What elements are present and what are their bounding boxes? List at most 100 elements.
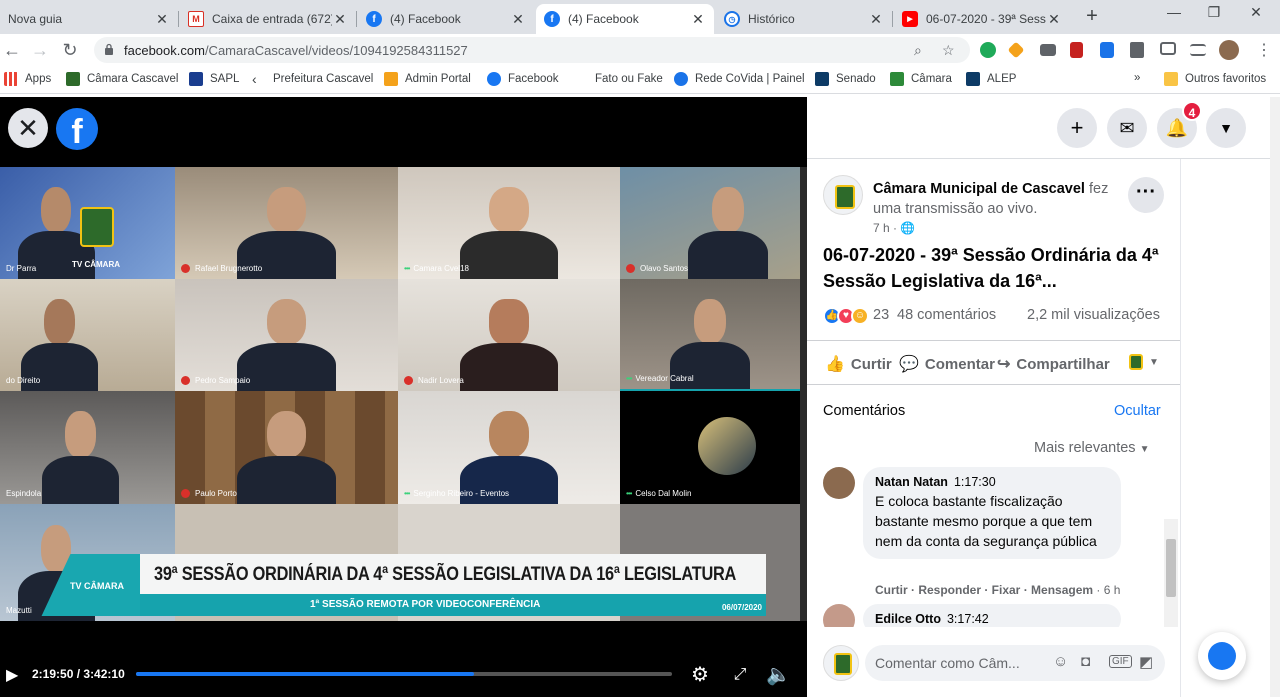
commenter-name[interactable]: Edilce Otto — [875, 612, 941, 626]
create-plus-icon[interactable]: + — [1057, 108, 1097, 148]
bookmark-star-icon[interactable]: ☆ — [942, 42, 955, 59]
comment-item: Natan Natan 1:17:30 E coloca bastante fis… — [823, 467, 1123, 597]
tab-facebook-active[interactable]: f (4) Facebook ✕ — [536, 4, 714, 34]
cast-icon[interactable] — [1160, 42, 1176, 55]
pdf-extension-icon[interactable] — [1070, 42, 1083, 58]
time-display: 2:19:50 / 3:42:10 — [32, 667, 125, 681]
extensions-puzzle-icon[interactable] — [1130, 42, 1144, 58]
close-window-icon[interactable]: ✕ — [1236, 4, 1276, 26]
fato-fake-icon — [574, 72, 588, 86]
tab-gmail[interactable]: M Caixa de entrada (672) ✕ — [180, 4, 356, 34]
bookmark-apps[interactable]: Apps — [4, 72, 51, 86]
notification-badge: 4 — [1182, 101, 1202, 121]
back-icon[interactable]: ← — [0, 38, 24, 62]
bookmarks-overflow-icon[interactable]: » — [1134, 72, 1140, 84]
muted-mic-icon — [181, 489, 190, 498]
comment-count[interactable]: 48 comentários — [897, 307, 996, 323]
bookmark-prefeitura[interactable]: ‹ Prefeitura Cascavel — [252, 72, 373, 86]
haha-reaction-icon: ☺ — [851, 307, 869, 325]
comment-input[interactable]: Comentar como Câm... ☺ ◘ GIF ◩ — [865, 645, 1165, 681]
post-more-options-icon[interactable]: ··· — [1128, 177, 1164, 213]
comment-item: Edilce Otto 3:17:42 — [823, 604, 1123, 627]
tab-close-icon[interactable]: ✕ — [154, 11, 170, 28]
tab-youtube[interactable]: ▶ 06-07-2020 - 39ª Sessã ✕ — [894, 4, 1070, 34]
evernote-extension-icon[interactable] — [980, 42, 996, 58]
settings-gear-icon[interactable]: ⚙ — [688, 663, 712, 687]
reaction-count[interactable]: 23 — [873, 307, 889, 323]
post-author[interactable]: Câmara Municipal de Cascavel — [873, 181, 1085, 197]
tab-close-icon[interactable]: ✕ — [690, 11, 706, 28]
bookmark-alep[interactable]: ALEP — [966, 72, 1016, 86]
address-bar[interactable]: facebook.com/CamaraCascavel/videos/10941… — [94, 37, 970, 63]
video-controls: ▶ 2:19:50 / 3:42:10 ⚙ ⤢ 🔈 — [0, 657, 807, 697]
comment-actions[interactable]: Curtir · Responder · Fixar · Mensagem · … — [875, 583, 1120, 597]
new-tab-button[interactable]: + — [1080, 5, 1104, 29]
tab-close-icon[interactable]: ✕ — [510, 11, 526, 28]
play-icon[interactable]: ▶ — [6, 665, 22, 684]
post-as-selector[interactable]: ▼ — [1129, 354, 1159, 370]
bookmark-facebook[interactable]: Facebook — [487, 72, 559, 86]
fullscreen-icon[interactable]: ⤢ — [728, 663, 752, 687]
gif-icon[interactable]: GIF — [1109, 655, 1132, 668]
camera-icon[interactable]: ◘ — [1081, 653, 1090, 670]
sticker-icon[interactable]: ◩ — [1139, 653, 1153, 671]
participant-tile: ••• Serginho Ribeiro - Eventos — [398, 391, 620, 504]
tab-facebook-1[interactable]: f (4) Facebook ✕ — [358, 4, 534, 34]
tab-title: (4) Facebook — [390, 12, 461, 26]
grid-scrollbar[interactable] — [800, 167, 807, 621]
post-content: Câmara Municipal de Cascavel fez uma tra… — [807, 159, 1180, 627]
participant-tile: Paulo Porto — [175, 391, 398, 504]
comment-button[interactable]: 💬 Comentar — [899, 354, 995, 374]
bookmark-outros-favoritos[interactable]: Outros favoritos — [1164, 72, 1266, 86]
profile-avatar[interactable] — [1219, 40, 1239, 60]
camara-federal-icon — [890, 72, 904, 86]
progress-bar[interactable] — [136, 672, 672, 676]
share-button[interactable]: ↪ Compartilhar — [997, 354, 1110, 374]
bookmark-sapl[interactable]: SAPL — [189, 72, 239, 86]
forward-icon[interactable]: → — [28, 38, 52, 62]
page-avatar[interactable] — [823, 175, 863, 215]
comment-video-timestamp[interactable]: 3:17:42 — [947, 612, 989, 626]
camera-extension-icon[interactable] — [1040, 44, 1056, 56]
tab-nova-guia[interactable]: Nova guia ✕ — [0, 4, 178, 34]
muted-mic-icon — [181, 376, 190, 385]
minimize-icon[interactable]: — — [1154, 4, 1194, 26]
tab-historico[interactable]: ◷ Histórico ✕ — [716, 4, 892, 34]
comments-scrollbar[interactable] — [1164, 519, 1178, 627]
tab-close-icon[interactable]: ✕ — [332, 11, 348, 28]
volume-icon[interactable]: 🔈 — [766, 663, 791, 687]
facebook-logo-icon[interactable]: f — [56, 108, 98, 151]
comment-video-timestamp[interactable]: 1:17:30 — [954, 475, 996, 489]
tab-close-icon[interactable]: ✕ — [1046, 11, 1062, 28]
commenter-avatar[interactable] — [823, 604, 855, 627]
commenter-avatar[interactable] — [823, 467, 855, 499]
tab-close-icon[interactable]: ✕ — [868, 11, 884, 28]
messenger-chat-button[interactable] — [1198, 632, 1246, 680]
zoom-icon[interactable]: ⌕ — [914, 42, 922, 59]
reading-list-icon[interactable] — [1190, 44, 1206, 56]
facebook-icon: f — [366, 11, 382, 27]
restore-icon[interactable]: ❐ — [1194, 4, 1234, 26]
browser-menu-icon[interactable]: ⋮ — [1256, 40, 1272, 60]
bookmark-senado[interactable]: Senado — [815, 72, 876, 86]
reload-icon[interactable]: ↻ — [58, 38, 82, 62]
bookmark-admin-portal[interactable]: Admin Portal — [384, 72, 471, 86]
bookmark-camara-cascavel[interactable]: Câmara Cascavel — [66, 72, 178, 86]
office-extension-icon[interactable] — [1100, 42, 1114, 58]
post-time[interactable]: 7 h · 🌐 — [873, 221, 915, 235]
right-blank-column — [1180, 159, 1280, 697]
page-scrollbar[interactable] — [1270, 97, 1280, 697]
comment-sort-dropdown[interactable]: Mais relevantes ▼ — [1034, 440, 1149, 456]
video-player[interactable]: ✕ f TV CÂMARA Dr Parra Rafael Brugnerott… — [0, 97, 807, 697]
commenter-name[interactable]: Natan Natan — [875, 475, 948, 489]
like-button[interactable]: 👍 Curtir — [825, 354, 892, 374]
emoji-icon[interactable]: ☺ — [1053, 653, 1068, 670]
bookmark-rede-covida[interactable]: Rede CoVida | Painel — [674, 72, 805, 86]
key-extension-icon[interactable] — [1007, 41, 1025, 59]
messenger-icon[interactable]: ✉ — [1107, 108, 1147, 148]
account-menu-chevron-icon[interactable]: ▼ — [1206, 108, 1246, 148]
bookmark-fato-ou-fake[interactable]: Fato ou Fake — [574, 72, 663, 86]
bookmark-camara[interactable]: Câmara — [890, 72, 952, 86]
hide-comments-link[interactable]: Ocultar — [1114, 403, 1161, 419]
close-video-button[interactable]: ✕ — [8, 108, 48, 148]
